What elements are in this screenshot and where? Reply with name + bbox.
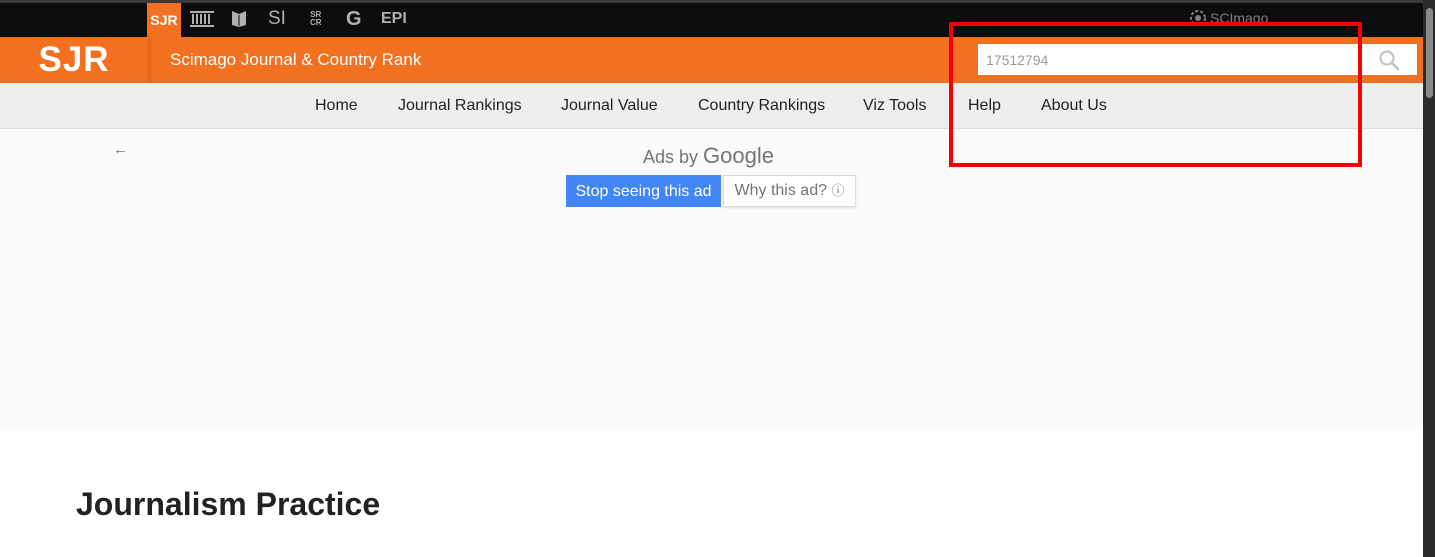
nav-viz-tools[interactable]: Viz Tools [863, 83, 926, 128]
google-wordmark: Google [703, 143, 774, 168]
info-icon: ⓘ [831, 183, 845, 198]
srcr-icon[interactable]: SR CR [310, 11, 322, 29]
bookmark-shield-icon[interactable] [230, 10, 248, 28]
back-arrow-icon[interactable]: ← [113, 141, 128, 158]
sjr-app-link[interactable]: SJR [147, 3, 181, 37]
ad-container [0, 129, 1423, 429]
site-title[interactable]: Scimago Journal & Country Rank [170, 37, 421, 83]
window-edge [0, 0, 1423, 3]
journal-title: Journalism Practice [76, 486, 381, 522]
nav-country-rankings[interactable]: Country Rankings [698, 83, 825, 128]
search-icon [1379, 49, 1400, 70]
scrollbar-thumb[interactable] [1426, 8, 1433, 98]
nav-journal-rankings[interactable]: Journal Rankings [398, 83, 522, 128]
highlight-box [949, 22, 1362, 167]
ads-by-text: Ads by [643, 147, 699, 167]
institution-icon[interactable] [189, 10, 215, 28]
nav-home[interactable]: Home [315, 83, 358, 128]
google-g-icon[interactable]: G [346, 8, 362, 30]
si-icon[interactable]: SI [268, 8, 286, 29]
search-button[interactable] [1361, 44, 1417, 75]
ads-by-google-label: Ads by Google [643, 143, 774, 169]
sjr-logo[interactable]: SJR [0, 37, 148, 83]
epi-icon[interactable]: EPI [381, 10, 407, 28]
why-this-ad-button[interactable]: Why this ad? ⓘ [723, 175, 856, 207]
nav-journal-value[interactable]: Journal Value [561, 83, 658, 128]
stop-seeing-ad-button[interactable]: Stop seeing this ad [566, 175, 721, 207]
why-this-ad-label: Why this ad? [734, 182, 827, 199]
srcr-bottom-label: CR [310, 18, 322, 27]
